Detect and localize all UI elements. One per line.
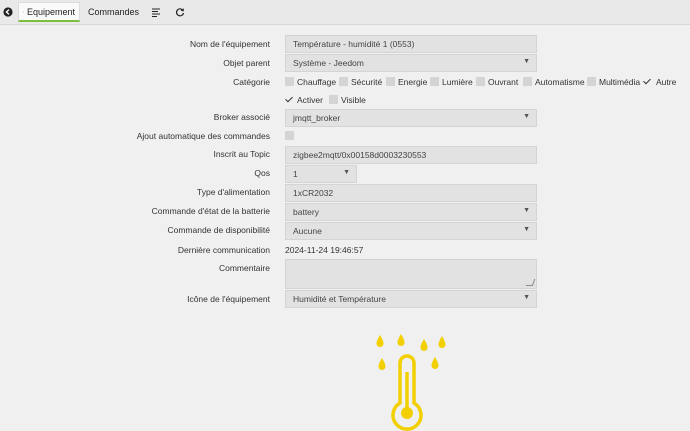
activer-label: Activer: [297, 95, 323, 105]
derniere-label: Dernière communication: [177, 245, 270, 255]
derniere-value: 2024-11-24 19:46:57: [285, 245, 364, 255]
alim-input[interactable]: 1xCR2032: [285, 184, 537, 202]
checkbox-lumiere[interactable]: [430, 77, 439, 86]
humidity-temperature-icon: [376, 334, 446, 431]
list-icon: [152, 7, 160, 17]
checkbox-multimedia[interactable]: [587, 77, 596, 86]
batterie-select[interactable]: battery ▼: [285, 203, 537, 221]
tab-commandes[interactable]: Commandes: [81, 2, 143, 22]
checkbox-autre[interactable]: [643, 77, 652, 86]
chevron-down-icon: ▼: [523, 226, 530, 233]
icone-value: Humidité et Température: [293, 294, 386, 304]
categorie-autre-label: Autre: [656, 77, 677, 87]
checkbox-chauffage[interactable]: [285, 77, 294, 86]
broker-label: Broker associé: [213, 112, 270, 122]
batterie-value: battery: [293, 207, 319, 217]
categorie-ouvrant-label: Ouvrant: [488, 77, 519, 87]
checkbox-ajout-auto[interactable]: [285, 131, 294, 140]
nom-label: Nom de l'équipement: [189, 39, 270, 49]
visible-label: Visible: [341, 95, 366, 105]
commentaire-label: Commentaire: [218, 263, 270, 273]
categorie-automatisme-label: Automatisme: [535, 77, 585, 87]
chevron-down-icon: ▼: [523, 113, 530, 120]
broker-select[interactable]: jmqtt_broker ▼: [285, 109, 537, 127]
back-button[interactable]: [0, 2, 16, 22]
tab-equipement[interactable]: Equipement: [18, 2, 80, 22]
commentaire-textarea[interactable]: [285, 259, 537, 289]
alim-value: 1xCR2032: [293, 188, 334, 198]
chevron-down-icon: ▼: [523, 294, 530, 301]
chevron-down-icon: ▼: [523, 58, 530, 65]
qos-value: 1: [293, 169, 298, 179]
back-arrow-icon: [3, 7, 13, 17]
chevron-down-icon: ▼: [343, 169, 350, 176]
checkbox-visible[interactable]: [329, 95, 338, 104]
categorie-energie-label: Energie: [398, 77, 428, 87]
qos-select[interactable]: 1 ▼: [285, 165, 357, 183]
topic-value: zigbee2mqtt/0x00158d0003230553: [293, 150, 427, 160]
nom-input[interactable]: Température - humidité 1 (0553): [285, 35, 537, 53]
dispo-select[interactable]: Aucune ▼: [285, 222, 537, 240]
refresh-icon: [175, 8, 185, 17]
parent-select[interactable]: Système - Jeedom ▼: [285, 54, 537, 72]
checkbox-energie[interactable]: [386, 77, 395, 86]
broker-value: jmqtt_broker: [293, 113, 341, 123]
checkbox-securite[interactable]: [339, 77, 348, 86]
topic-input[interactable]: zigbee2mqtt/0x00158d0003230553: [285, 146, 537, 164]
qos-label: Qos: [254, 168, 270, 178]
batterie-label: Commande d'état de la batterie: [151, 206, 270, 216]
refresh-button[interactable]: [170, 2, 190, 22]
parent-label: Objet parent: [223, 58, 270, 68]
nom-value: Température - humidité 1 (0553): [293, 39, 415, 49]
icone-select[interactable]: Humidité et Température ▼: [285, 290, 537, 308]
checkbox-activer[interactable]: [285, 95, 294, 104]
alim-label: Type d'alimentation: [197, 187, 270, 197]
parent-value: Système - Jeedom: [293, 58, 364, 68]
tab-bar: Equipement Commandes: [0, 0, 690, 25]
categorie-label: Catégorie: [233, 77, 270, 87]
topic-label: Inscrit au Topic: [213, 149, 270, 159]
checkbox-automatisme[interactable]: [523, 77, 532, 86]
categorie-chauffage-label: Chauffage: [297, 77, 337, 87]
dispo-value: Aucune: [293, 226, 322, 236]
chevron-down-icon: ▼: [523, 207, 530, 214]
tab-log[interactable]: [146, 2, 166, 22]
ajout-label: Ajout automatique des commandes: [136, 131, 270, 141]
resize-grip-icon[interactable]: [525, 279, 536, 286]
categorie-securite-label: Sécurité: [351, 77, 383, 87]
gauge-icon: [23, 11, 24, 12]
tab-equipement-label: Equipement: [26, 6, 75, 17]
icone-label: Icône de l'équipement: [187, 294, 270, 304]
dispo-label: Commande de disponibilité: [167, 225, 270, 235]
tab-commandes-label: Commandes: [88, 7, 140, 17]
categorie-multimedia-label: Multimédia: [599, 77, 641, 87]
categorie-lumiere-label: Lumière: [442, 77, 473, 87]
checkbox-ouvrant[interactable]: [476, 77, 485, 86]
